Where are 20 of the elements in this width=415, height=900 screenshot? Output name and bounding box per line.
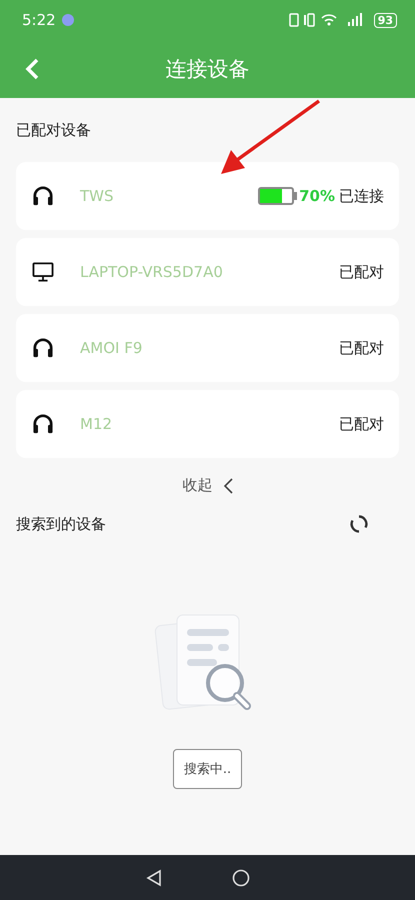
device-status: 已连接 (339, 186, 384, 206)
section-title: 已配对设备 (16, 120, 91, 140)
device-name: AMOI F9 (80, 339, 144, 357)
section-title: 搜索到的设备 (16, 514, 106, 534)
device-status: 已配对 (339, 338, 384, 358)
device-card[interactable]: M12 已配对 (16, 390, 399, 458)
device-card[interactable]: AMOI F9 已配对 (16, 314, 399, 382)
device-card[interactable]: TWS 70% 已连接 (16, 162, 399, 230)
searching-button[interactable]: 搜索中.. (172, 749, 242, 789)
collapse-button[interactable]: 收起 (178, 472, 236, 499)
device-card[interactable]: LAPTOP-VRS5D7A0 已配对 (16, 238, 399, 306)
status-time: 5:22 (22, 11, 56, 29)
device-status: 已配对 (339, 414, 384, 434)
battery-indicator: 93 (374, 12, 397, 28)
device-status: 已配对 (339, 262, 384, 282)
page-title: 连接设备 (166, 56, 250, 83)
battery-percent: 70% (299, 187, 335, 205)
device-name: M12 (80, 415, 114, 433)
device-name: TWS (80, 187, 115, 205)
device-name: LAPTOP-VRS5D7A0 (80, 263, 224, 281)
